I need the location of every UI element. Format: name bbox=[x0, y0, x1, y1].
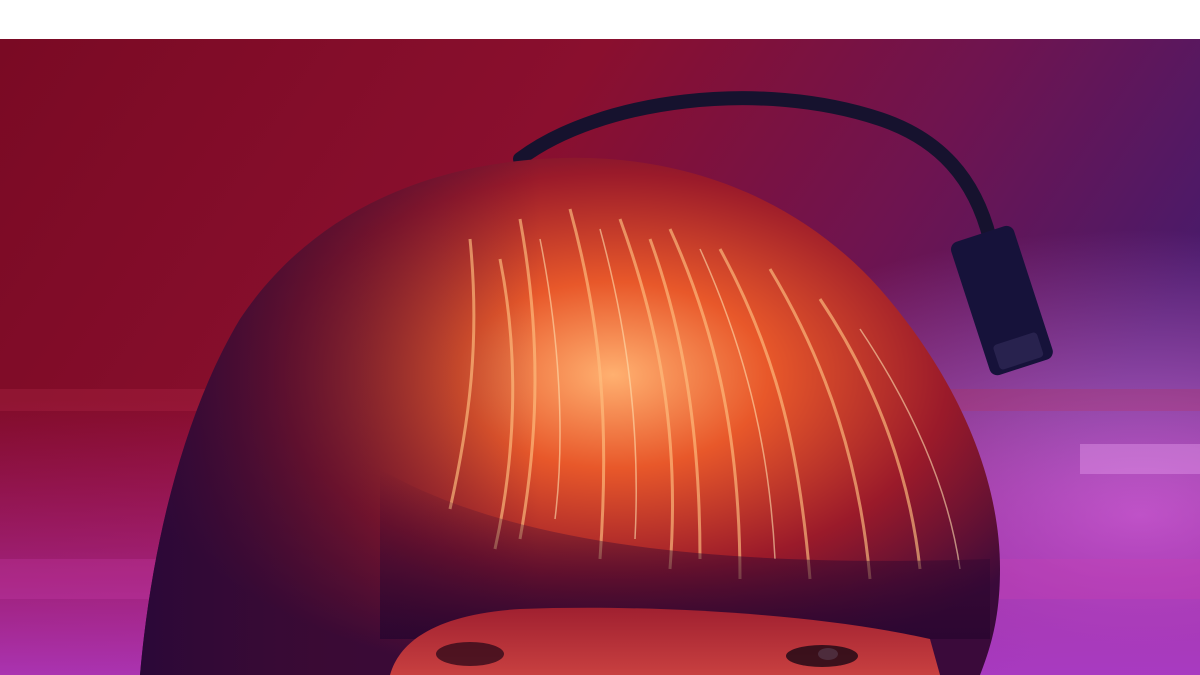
light-streak bbox=[1080, 444, 1200, 474]
page bbox=[0, 0, 1200, 675]
concert-photo bbox=[0, 39, 1200, 675]
right-eye-iris bbox=[818, 648, 838, 660]
left-eye bbox=[436, 642, 504, 666]
photo-canvas bbox=[0, 39, 1200, 675]
top-margin bbox=[0, 0, 1200, 39]
